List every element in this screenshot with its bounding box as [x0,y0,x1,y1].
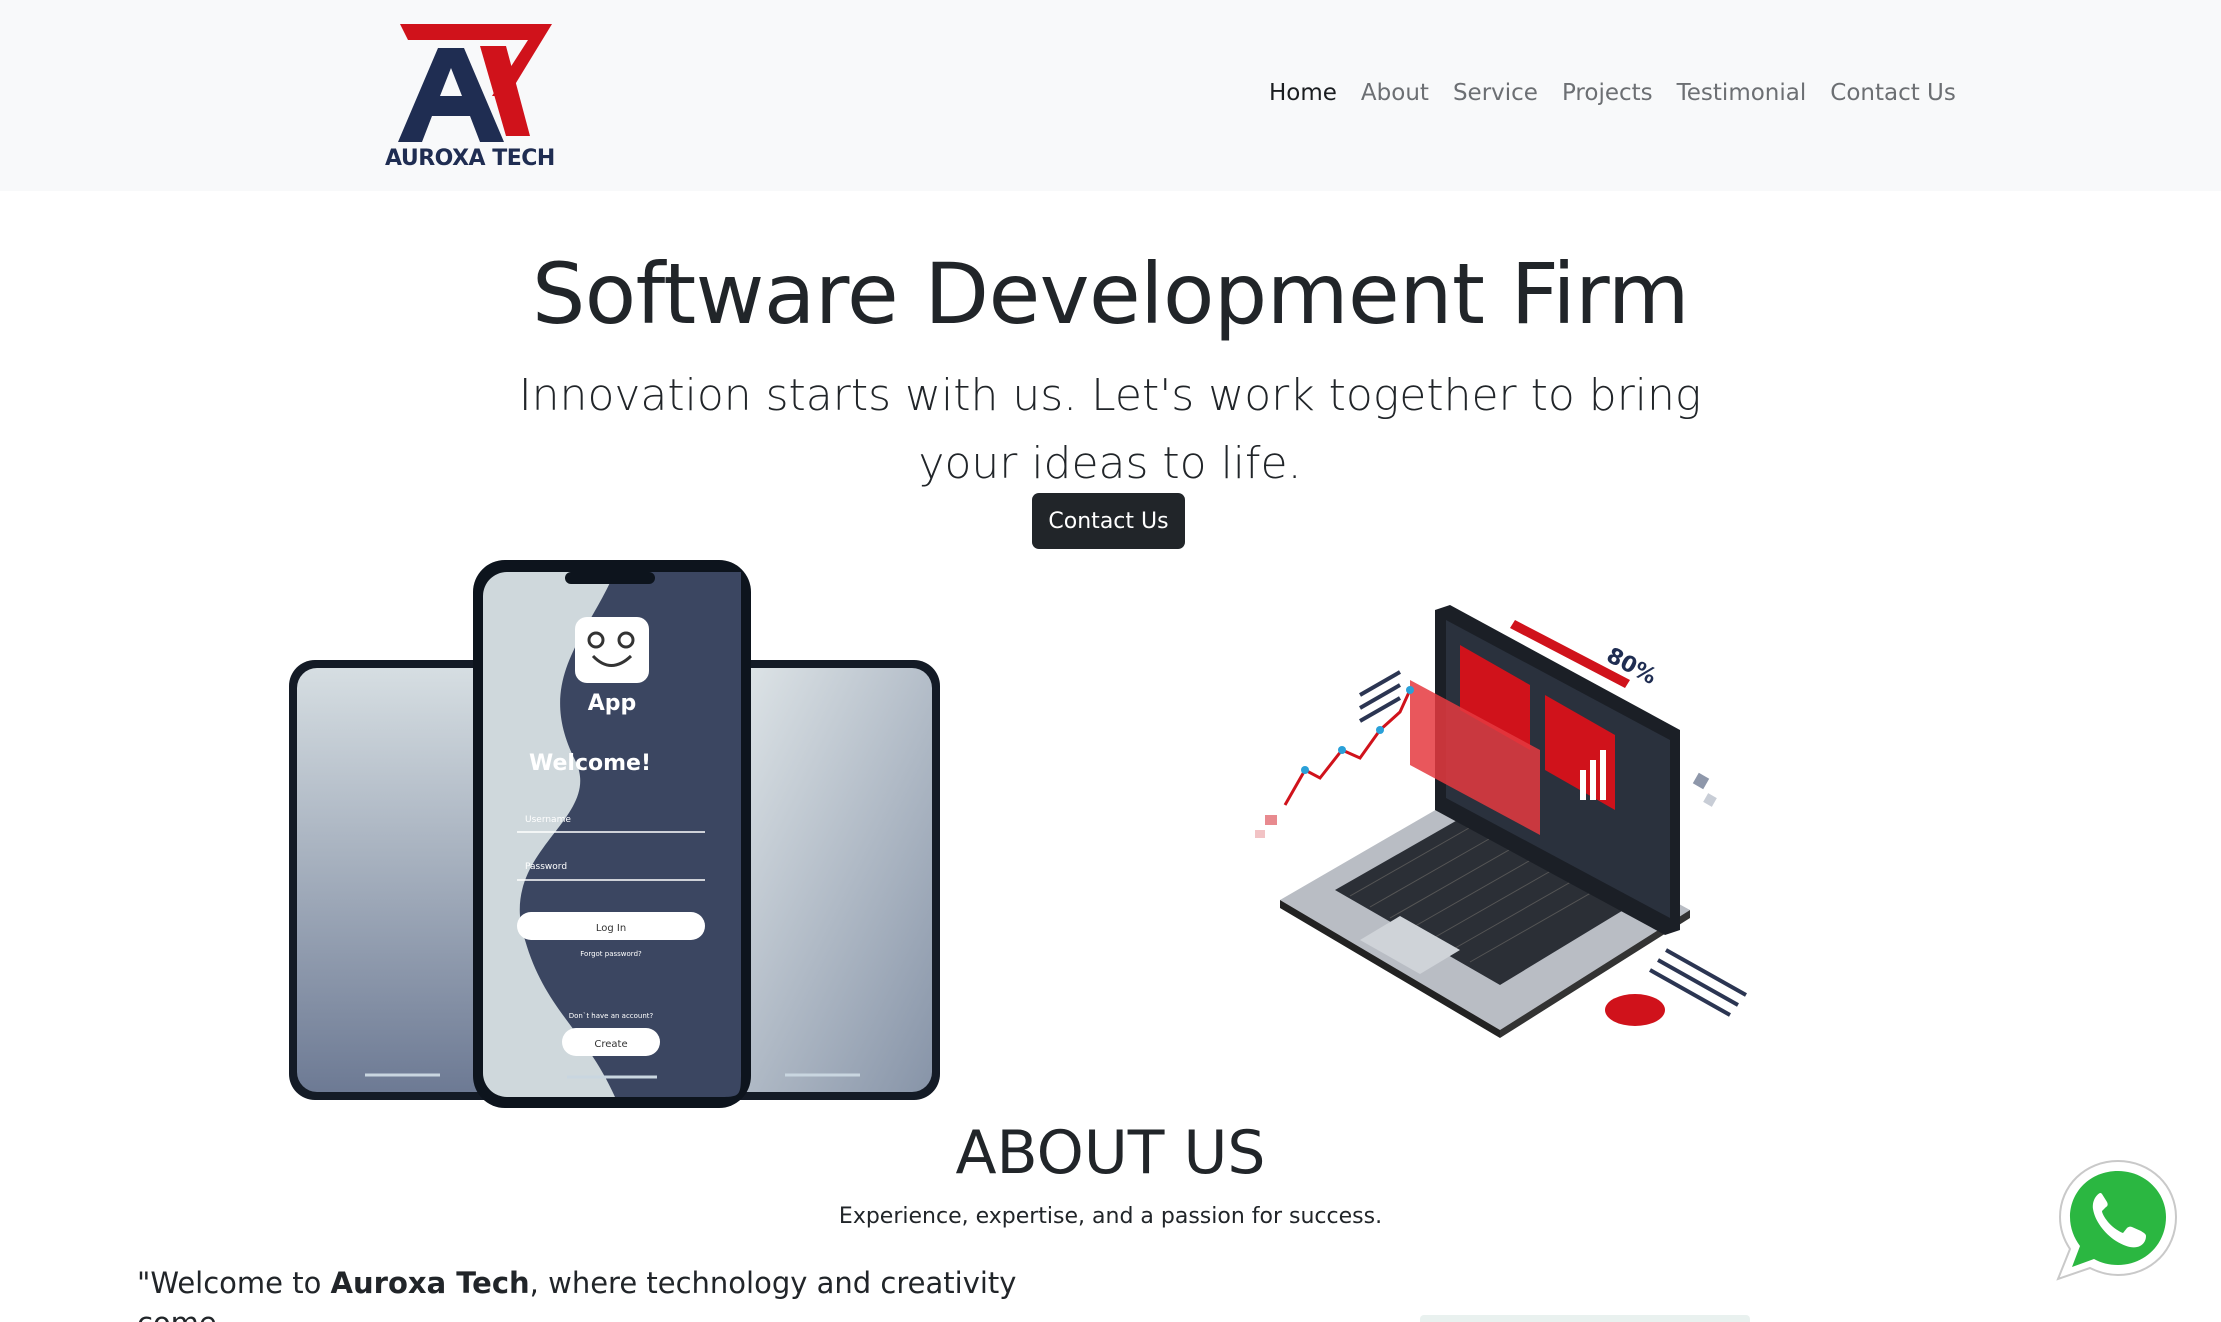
hero-title: Software Development Firm [531,245,1690,343]
main-nav: Home About Service Projects Testimonial … [1257,80,1968,106]
about-image [1420,1315,1750,1322]
brand-logo[interactable]: AUROXA TECH [380,18,560,173]
app-label: App [588,691,637,716]
about-text-prefix: "Welcome to [137,1266,331,1300]
whatsapp-icon[interactable] [2052,1155,2184,1285]
nav-item-projects[interactable]: Projects [1550,80,1665,106]
create-label: Create [594,1039,627,1050]
percent-label: 80% [1602,643,1660,690]
no-account-label: Don`t have an account? [569,1012,654,1020]
about-title: ABOUT US [955,1118,1266,1188]
hero-subtitle: Innovation starts with us. Let's work to… [518,370,1702,489]
brand-name: AUROXA TECH [385,146,555,171]
username-label: Username [525,815,571,825]
nav-item-testimonial[interactable]: Testimonial [1665,80,1819,106]
nav-item-home[interactable]: Home [1257,80,1349,106]
phones-illustration: App Welcome! Username Password Log In Fo… [285,560,945,1110]
navbar: AUROXA TECH Home About Service Projects … [0,0,2221,191]
auroxa-logo-mark [398,24,552,142]
nav-item-about[interactable]: About [1349,80,1441,106]
forgot-password-label: Forgot password? [580,950,642,958]
about-text-brand: Auroxa Tech [330,1266,530,1300]
contact-us-button[interactable]: Contact Us [1032,493,1185,549]
login-label: Log In [596,923,626,934]
nav-item-contact[interactable]: Contact Us [1818,80,1968,106]
about-subtitle: Experience, expertise, and a passion for… [838,1204,1383,1229]
about-intro-text: "Welcome to Auroxa Tech, where technolog… [137,1263,1037,1322]
welcome-label: Welcome! [529,751,651,776]
nav-item-service[interactable]: Service [1441,80,1550,106]
laptop-illustration: 80% [1250,600,1790,1040]
password-label: Password [525,862,567,872]
